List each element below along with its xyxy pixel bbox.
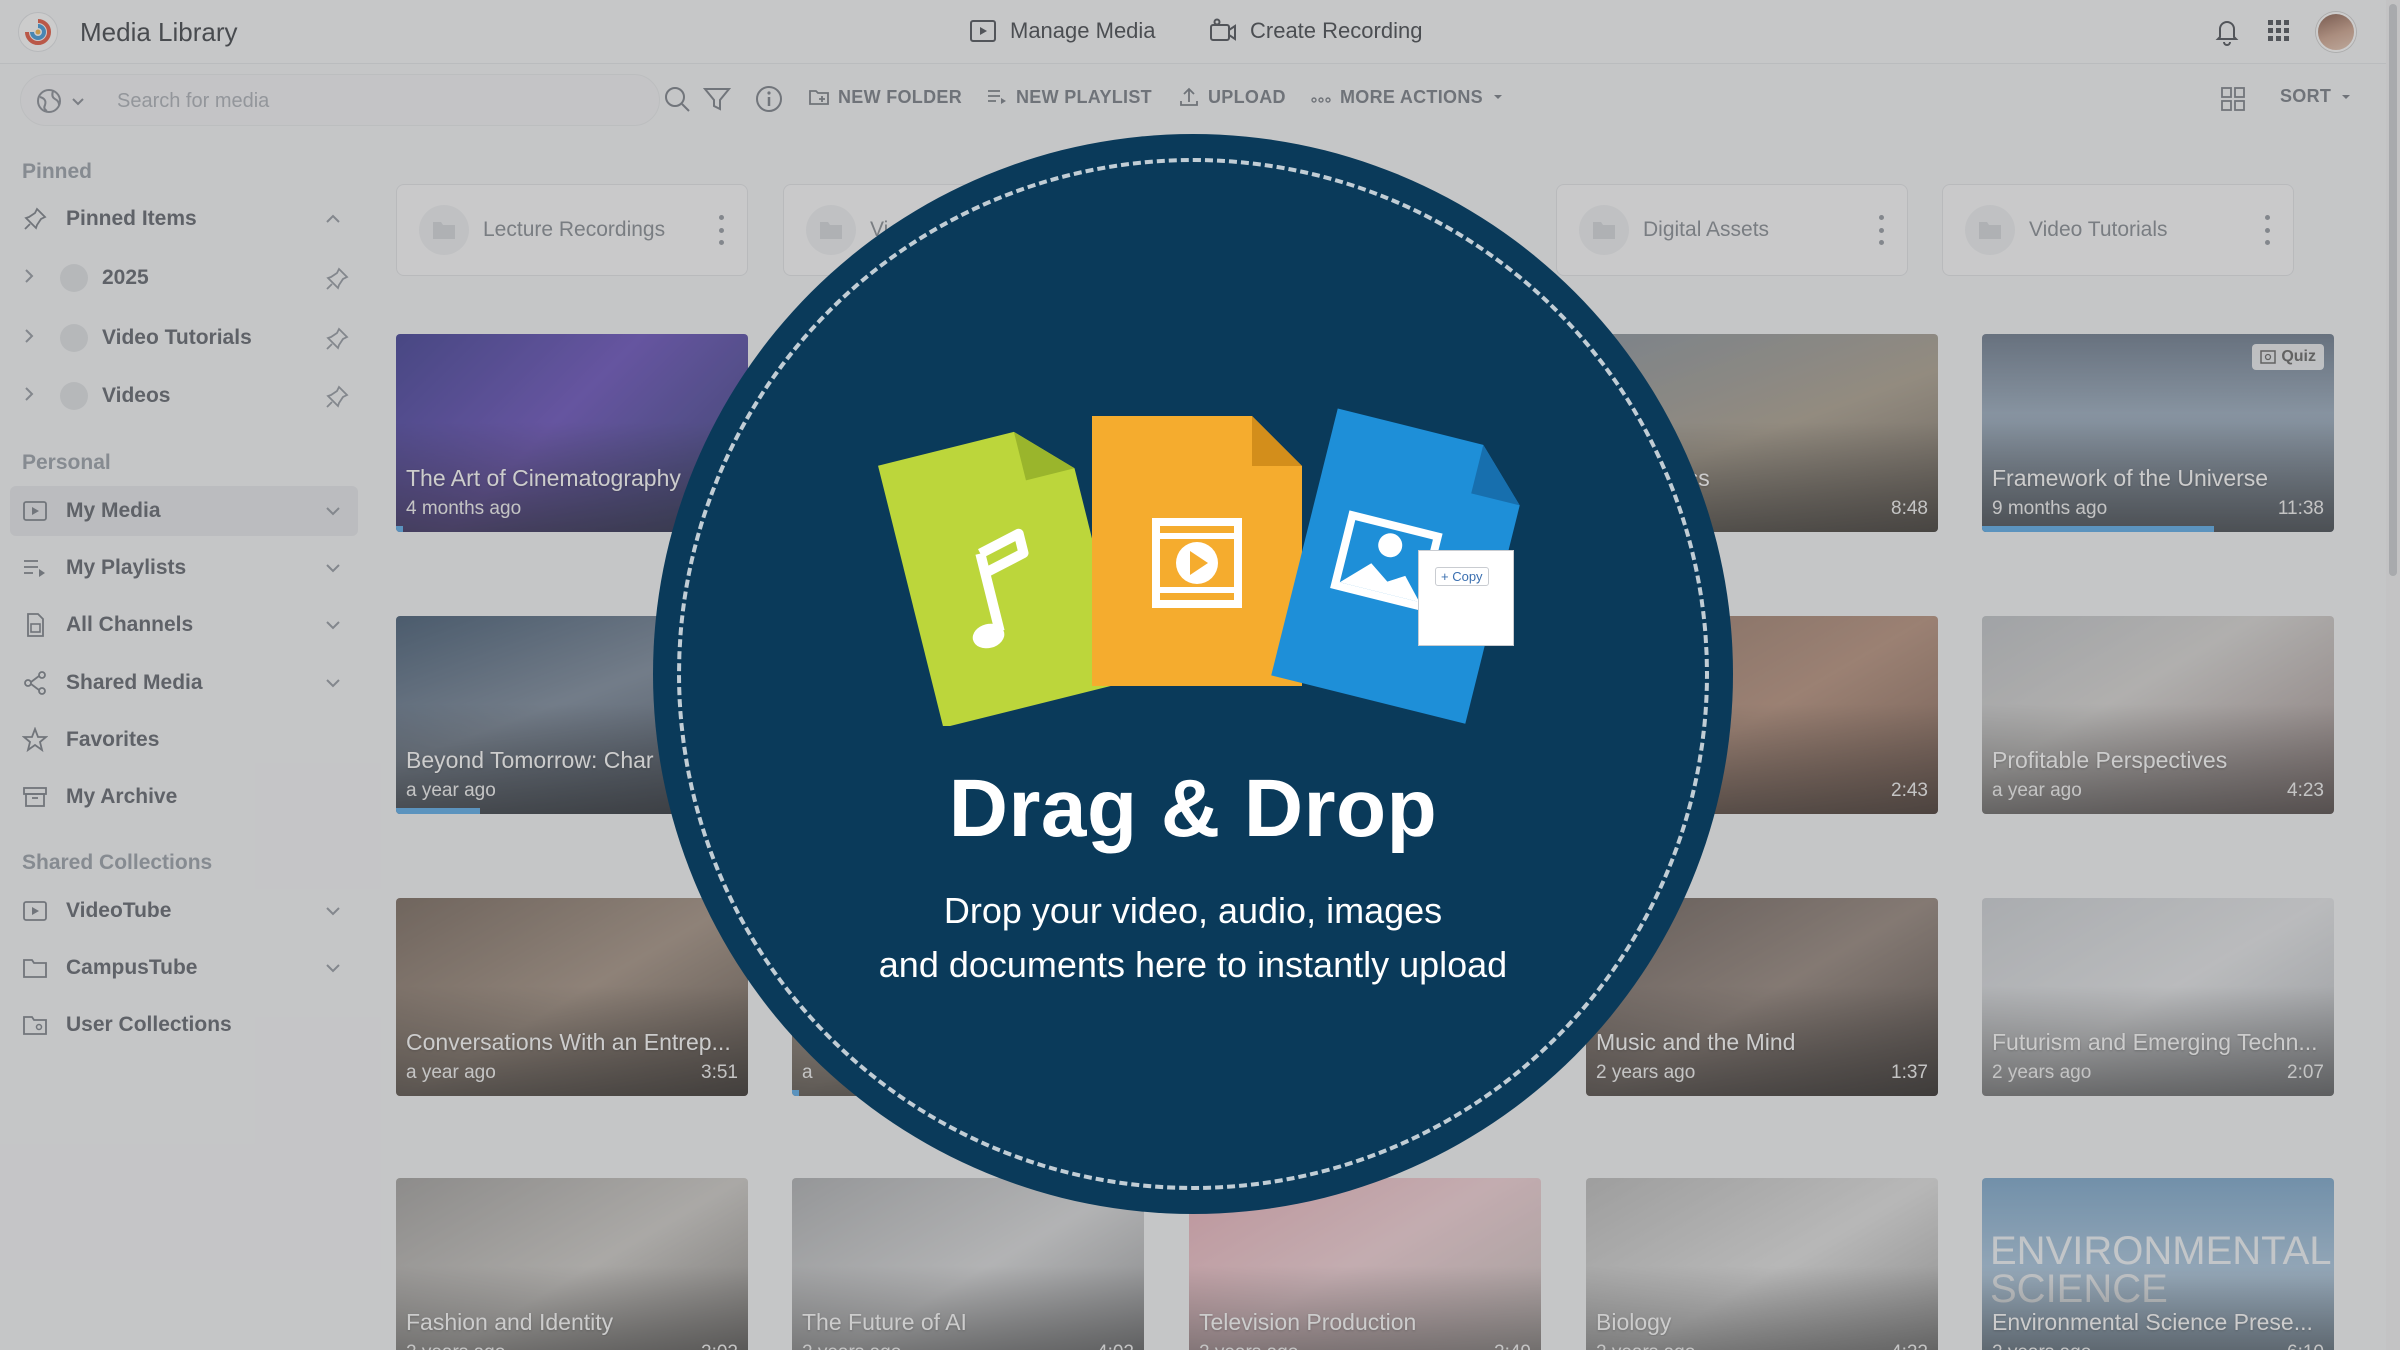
copy-drag-preview: + Copy — [1418, 550, 1514, 646]
copy-label: + Copy — [1435, 567, 1489, 586]
drop-title: Drag & Drop — [948, 763, 1438, 854]
video-file-icon — [1092, 416, 1302, 686]
audio-file-icon — [878, 431, 1128, 726]
drop-subtitle-line-2: and documents here to instantly upload — [878, 944, 1508, 985]
drop-subtitle-line-1: Drop your video, audio, images — [943, 890, 1443, 931]
